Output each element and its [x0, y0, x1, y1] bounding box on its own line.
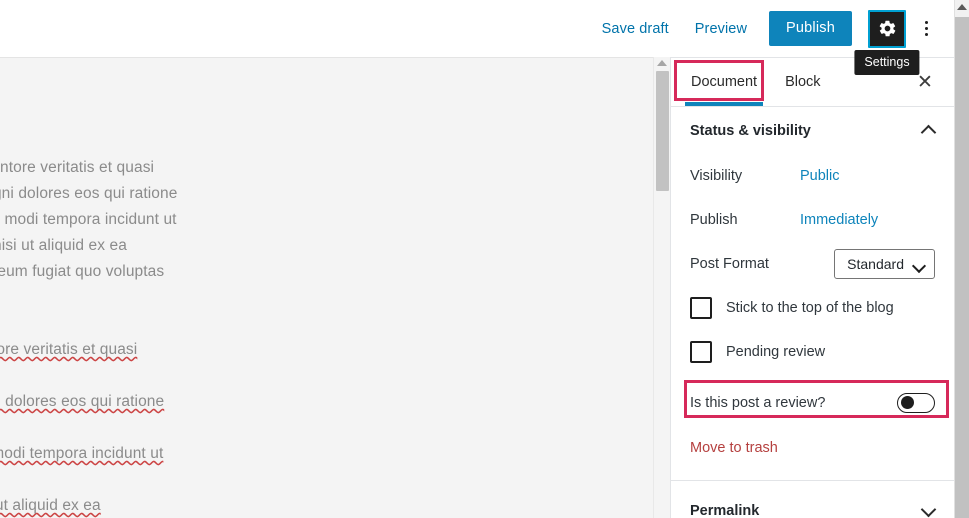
editor-canvas[interactable]: ...inventore veritatis et quasi ...magni… — [0, 57, 655, 518]
chevron-down-icon[interactable] — [922, 504, 936, 518]
sticky-post-checkbox[interactable] — [690, 297, 712, 319]
toggle-knob — [900, 396, 914, 409]
visibility-value-button[interactable]: Public — [800, 168, 840, 184]
permalink-panel-header[interactable]: Permalink — [671, 487, 954, 518]
editor-paragraph-2[interactable]: nventore veritatis et quasi magni dolore… — [0, 311, 258, 518]
spellcheck-word: eius modi tempora incidunt ut — [0, 445, 164, 462]
sticky-post-label: Stick to the top of the blog — [726, 300, 894, 316]
save-draft-button[interactable]: Save draft — [602, 21, 669, 37]
post-format-value: Standard — [847, 256, 904, 272]
publish-button[interactable]: Publish — [769, 11, 852, 46]
post-review-toggle-row: Is this post a review? — [671, 380, 954, 422]
preview-button[interactable]: Preview — [695, 21, 747, 37]
tab-block[interactable]: Block — [771, 58, 834, 106]
scrollbar-thumb[interactable] — [656, 71, 669, 191]
settings-sidebar: Document Block ✕ Status & visibility Vis… — [670, 57, 954, 518]
permalink-panel-title: Permalink — [690, 502, 760, 518]
post-review-toggle[interactable] — [897, 393, 935, 413]
editor-paragraph-1[interactable]: ...inventore veritatis et quasi ...magni… — [0, 155, 258, 285]
chevron-up-icon[interactable] — [922, 124, 936, 138]
move-to-trash-button[interactable]: Move to trash — [690, 440, 778, 456]
pending-review-label: Pending review — [726, 344, 826, 360]
sticky-post-checkbox-row[interactable]: Stick to the top of the blog — [671, 286, 954, 330]
post-format-row: Post Format Standard — [671, 242, 954, 286]
visibility-row: Visibility Public — [671, 154, 954, 198]
spellcheck-word: nventore veritatis et quasi — [0, 341, 138, 358]
gear-icon — [879, 20, 895, 37]
scroll-up-arrow-icon[interactable] — [657, 60, 667, 66]
more-options-icon[interactable] — [912, 10, 940, 48]
settings-button[interactable] — [868, 9, 906, 48]
spellcheck-word: magni dolores eos qui ratione — [0, 393, 165, 410]
publish-label: Publish — [690, 212, 738, 228]
editor-header-toolbar: Save draft Preview Publish Settings — [0, 0, 954, 75]
post-format-label: Post Format — [690, 256, 769, 272]
status-visibility-panel-header[interactable]: Status & visibility — [671, 107, 954, 154]
chevron-down-icon — [914, 261, 925, 268]
visibility-label: Visibility — [690, 168, 743, 184]
post-format-select[interactable]: Standard — [834, 249, 935, 279]
settings-tooltip: Settings — [854, 49, 920, 75]
tab-document[interactable]: Document — [677, 58, 771, 106]
publish-value-button[interactable]: Immediately — [800, 212, 878, 228]
move-to-trash-row: Move to trash — [671, 422, 954, 474]
spellcheck-word: , nisi ut aliquid ex ea — [0, 497, 101, 514]
browser-scrollbar[interactable] — [954, 0, 969, 518]
scroll-up-arrow-icon[interactable] — [957, 4, 967, 10]
settings-button-wrapper: Settings — [854, 9, 920, 75]
pending-review-checkbox-row[interactable]: Pending review — [671, 330, 954, 374]
panel-title: Status & visibility — [690, 122, 811, 139]
editor-scrollbar[interactable] — [653, 57, 670, 518]
panel-divider — [671, 480, 954, 481]
post-review-label: Is this post a review? — [690, 395, 826, 411]
browser-scrollbar-thumb[interactable] — [955, 17, 969, 518]
pending-review-checkbox[interactable] — [690, 341, 712, 363]
publish-row: Publish Immediately — [671, 198, 954, 242]
